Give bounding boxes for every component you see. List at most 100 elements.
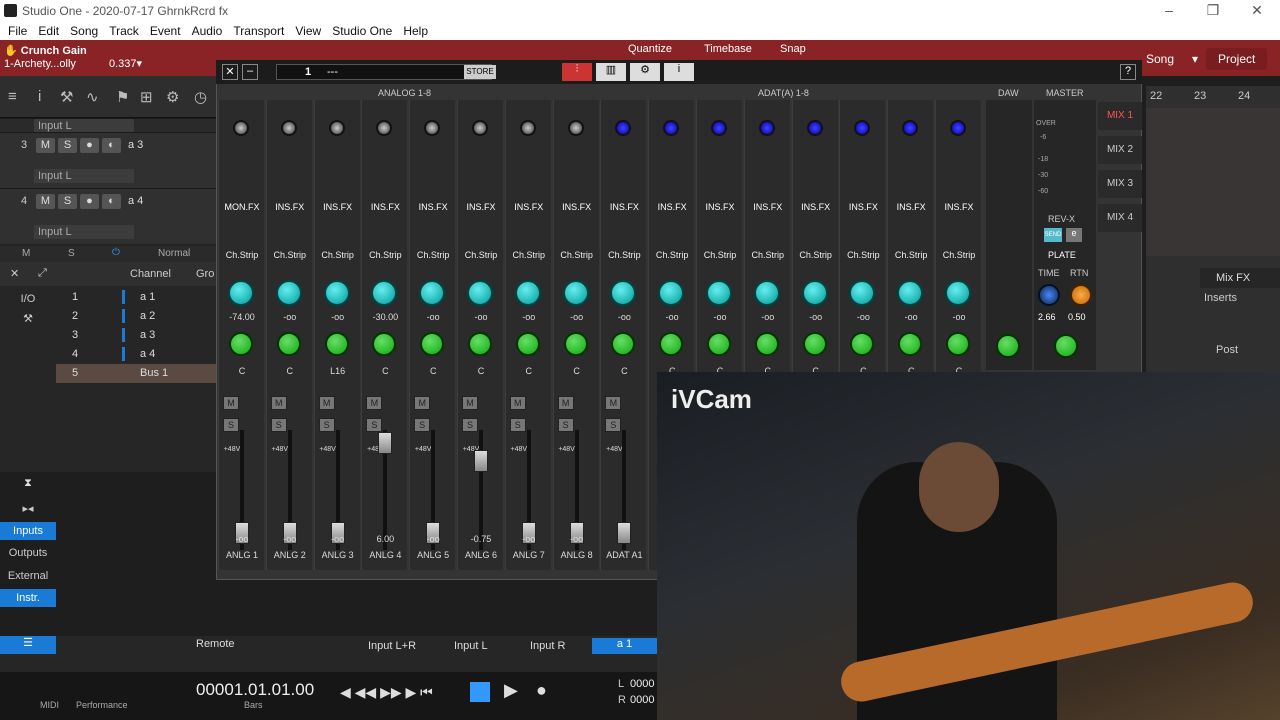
reverb-send-knob[interactable] bbox=[849, 280, 876, 306]
pan-knob[interactable] bbox=[372, 332, 397, 356]
master-pan-knob[interactable] bbox=[1054, 334, 1078, 358]
io-select[interactable]: I/O bbox=[0, 290, 56, 308]
fx-label[interactable]: INS.FX bbox=[890, 202, 932, 212]
fx-label[interactable]: INS.FX bbox=[651, 202, 693, 212]
song-dropdown-icon[interactable]: ▾ bbox=[1192, 52, 1198, 66]
channel-row[interactable]: 2a 2 bbox=[56, 307, 216, 326]
store-button[interactable]: STORE bbox=[464, 65, 496, 79]
track-name[interactable]: a 4 bbox=[128, 195, 143, 207]
mute-button[interactable]: M bbox=[270, 396, 287, 410]
inserts-label[interactable]: Inserts bbox=[1204, 292, 1237, 304]
solo-button[interactable]: S bbox=[605, 418, 622, 432]
reverb-send-knob[interactable] bbox=[228, 280, 254, 306]
maximize-button[interactable]: ❐ bbox=[1198, 2, 1228, 19]
mute-button[interactable]: M bbox=[605, 396, 622, 410]
list-view-icon[interactable]: ☰ bbox=[0, 636, 56, 654]
gain-knob[interactable] bbox=[519, 120, 536, 136]
power-icon[interactable]: ⏻ bbox=[112, 247, 120, 258]
fx-label[interactable]: INS.FX bbox=[747, 202, 789, 212]
mute-button[interactable]: M bbox=[36, 194, 55, 209]
gain-knob[interactable] bbox=[567, 120, 584, 136]
menu-track[interactable]: Track bbox=[109, 22, 139, 40]
fader-cap[interactable] bbox=[617, 522, 632, 544]
edit-icon[interactable]: e bbox=[1066, 228, 1082, 242]
mix-fx-select[interactable]: Mix FX bbox=[1200, 268, 1280, 288]
ch-strip-label[interactable]: Ch.Strip bbox=[508, 250, 550, 260]
pan-knob[interactable] bbox=[515, 332, 540, 356]
channel-row[interactable]: 3a 3 bbox=[56, 326, 216, 345]
record-button[interactable]: ● bbox=[80, 194, 99, 209]
record-icon[interactable]: ● bbox=[536, 680, 547, 701]
time-knob[interactable] bbox=[1038, 284, 1060, 306]
wrench-icon[interactable]: ⚒ bbox=[0, 310, 56, 328]
instr-tab[interactable]: Instr. bbox=[0, 589, 56, 607]
gain-knob[interactable] bbox=[854, 120, 871, 136]
input-r-tab[interactable]: Input R bbox=[530, 640, 565, 652]
mute-button[interactable]: M bbox=[36, 138, 55, 153]
device-value[interactable]: 0.337 bbox=[109, 58, 137, 70]
track-row-4[interactable]: 4 M S ● ◐ a 4 Input L bbox=[0, 188, 216, 244]
reverb-send-knob[interactable] bbox=[275, 280, 302, 306]
fx-label[interactable]: INS.FX bbox=[412, 202, 454, 212]
input-l-tab[interactable]: Input L bbox=[454, 640, 488, 652]
pan-knob[interactable] bbox=[659, 332, 684, 356]
solo-button[interactable]: S bbox=[318, 418, 335, 432]
solo-button[interactable]: S bbox=[557, 418, 574, 432]
inputs-tab[interactable]: Inputs bbox=[0, 522, 56, 540]
arrange-area[interactable] bbox=[1146, 108, 1280, 256]
input-select[interactable]: Input L bbox=[34, 169, 134, 183]
menu-audio[interactable]: Audio bbox=[192, 22, 223, 40]
close-window-button[interactable]: ✕ bbox=[1242, 2, 1272, 19]
fx-label[interactable]: INS.FX bbox=[556, 202, 598, 212]
meter-view-icon[interactable]: ▥ bbox=[596, 63, 626, 81]
pan-knob[interactable] bbox=[850, 332, 875, 356]
fx-label[interactable]: INS.FX bbox=[603, 202, 645, 212]
gain-knob[interactable] bbox=[950, 120, 966, 136]
solo-button[interactable]: S bbox=[58, 138, 77, 153]
fx-label[interactable]: INS.FX bbox=[842, 202, 884, 212]
pan-knob[interactable] bbox=[802, 332, 827, 356]
mute-button[interactable]: M bbox=[509, 396, 526, 410]
ch-strip-label[interactable]: Ch.Strip bbox=[364, 250, 406, 260]
pan-knob[interactable] bbox=[468, 332, 492, 356]
reverb-send-knob[interactable] bbox=[706, 280, 732, 306]
fx-label[interactable]: MON.FX bbox=[221, 202, 263, 212]
ch-strip-label[interactable]: Ch.Strip bbox=[603, 250, 645, 260]
remote-tab[interactable]: Remote bbox=[196, 638, 235, 650]
menu-event[interactable]: Event bbox=[150, 22, 181, 40]
reverb-send-knob[interactable] bbox=[419, 280, 446, 306]
gain-knob[interactable] bbox=[711, 120, 727, 136]
snap-label[interactable]: Snap bbox=[780, 43, 806, 55]
fx-label[interactable]: INS.FX bbox=[364, 202, 406, 212]
solo-button[interactable]: S bbox=[223, 418, 239, 432]
gain-knob[interactable] bbox=[758, 120, 775, 136]
input-select[interactable]: Input L bbox=[34, 225, 134, 239]
monitor-button[interactable]: ◐ bbox=[102, 138, 121, 153]
mute-button[interactable]: M bbox=[223, 396, 239, 410]
record-button[interactable]: ● bbox=[80, 138, 99, 153]
monitor-button[interactable]: ◐ bbox=[102, 194, 121, 209]
collapse-icon[interactable]: ⧗ bbox=[0, 474, 56, 492]
gain-knob[interactable] bbox=[663, 120, 680, 136]
pan-knob[interactable] bbox=[946, 332, 970, 356]
song-button[interactable]: Song bbox=[1146, 52, 1174, 66]
pan-knob[interactable] bbox=[898, 332, 923, 356]
mix-1-tab[interactable]: MIX 1 bbox=[1098, 102, 1142, 130]
preset-name[interactable]: 1-Archety...olly bbox=[4, 58, 76, 70]
solo-button[interactable]: S bbox=[366, 418, 383, 432]
input-select[interactable]: Input L bbox=[34, 119, 134, 133]
fx-label[interactable]: INS.FX bbox=[938, 202, 980, 212]
fx-label[interactable]: INS.FX bbox=[699, 202, 741, 212]
ch-strip-label[interactable]: Ch.Strip bbox=[699, 250, 741, 260]
gain-knob[interactable] bbox=[615, 120, 632, 136]
timebase-label[interactable]: Timebase bbox=[704, 43, 752, 55]
ch-strip-label[interactable]: Ch.Strip bbox=[938, 250, 980, 260]
reverb-send-knob[interactable] bbox=[897, 280, 924, 306]
menu-studio-one[interactable]: Studio One bbox=[332, 22, 392, 40]
info-icon[interactable]: i bbox=[664, 63, 694, 81]
mute-button[interactable]: M bbox=[366, 396, 383, 410]
left-locator-value[interactable]: 0000 bbox=[630, 678, 654, 690]
pan-knob[interactable] bbox=[754, 332, 779, 356]
stop-button[interactable] bbox=[470, 682, 490, 702]
fx-label[interactable]: INS.FX bbox=[508, 202, 550, 212]
